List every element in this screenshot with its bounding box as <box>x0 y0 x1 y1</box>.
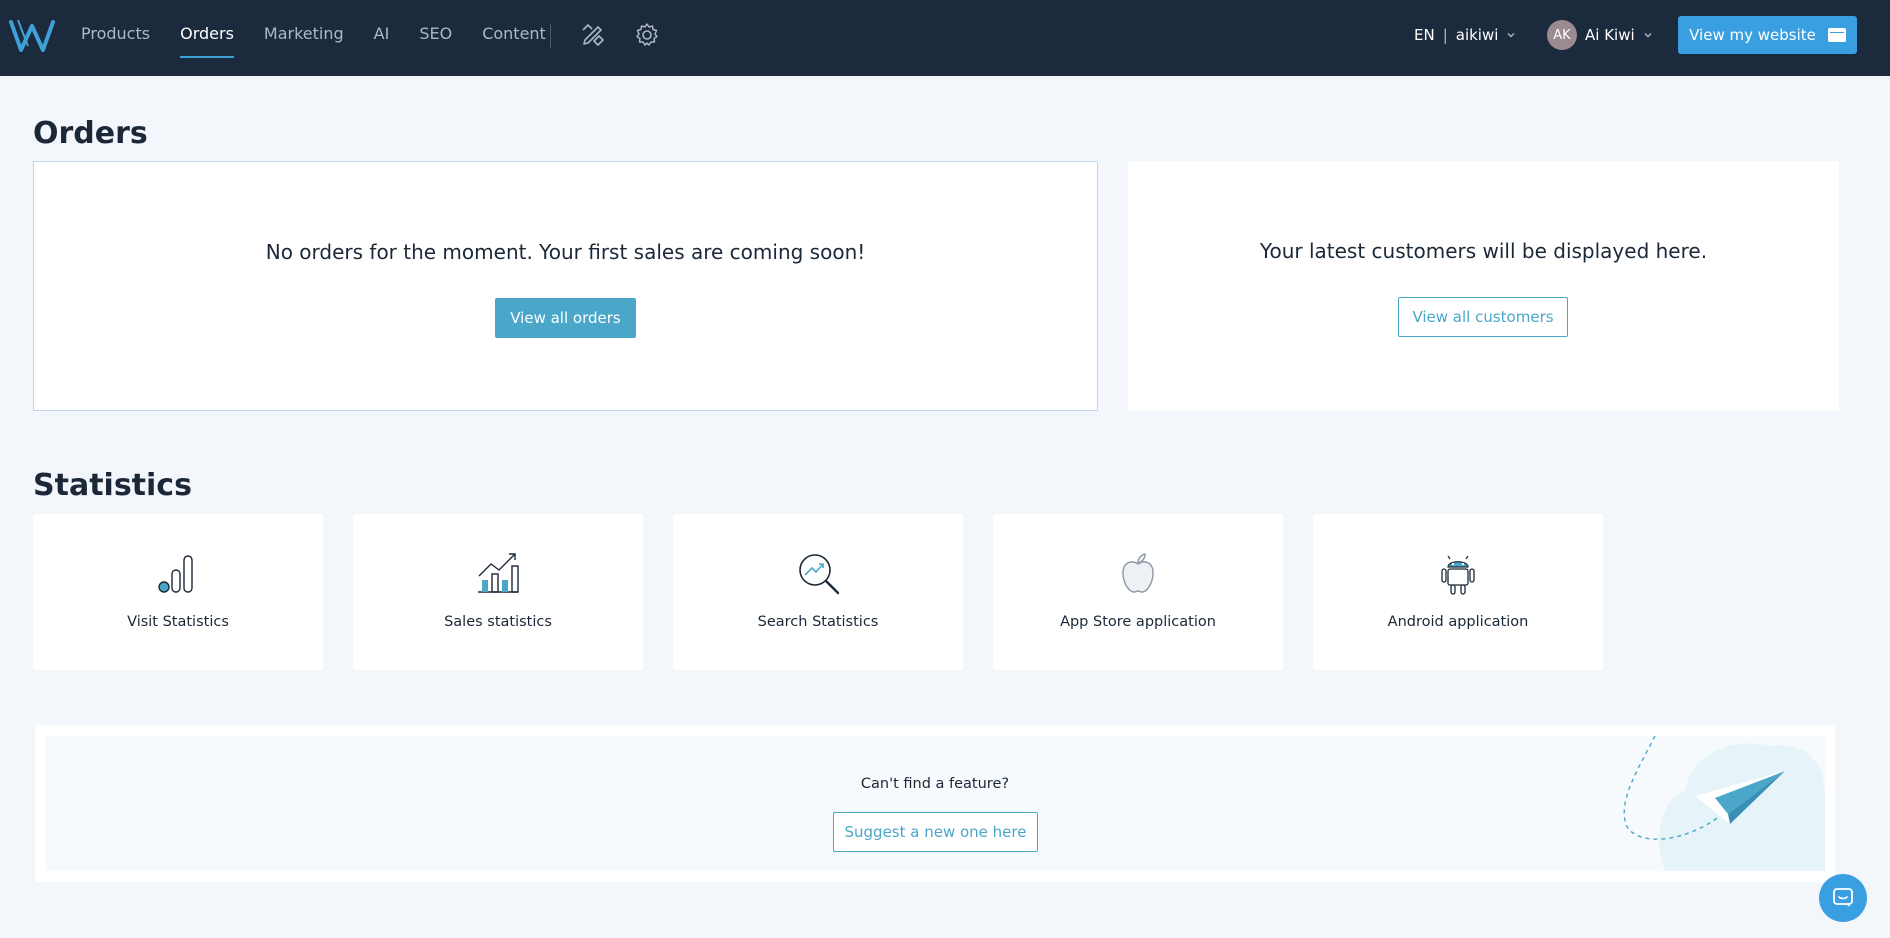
app-store-application-card[interactable]: App Store application <box>993 514 1283 670</box>
android-icon <box>1441 555 1475 595</box>
wizishop-logo-icon[interactable] <box>8 16 56 54</box>
search-statistics-card[interactable]: Search Statistics <box>673 514 963 670</box>
android-application-label: Android application <box>1387 614 1529 630</box>
chat-support-button[interactable] <box>1819 874 1867 922</box>
orders-card: No orders for the moment. Your first sal… <box>33 161 1098 411</box>
paper-plane-illustration-icon <box>1623 736 1825 871</box>
top-navigation-bar: Products Orders Marketing AI SEO Content… <box>0 0 1890 76</box>
language-code: EN <box>1414 26 1435 44</box>
sales-statistics-label: Sales statistics <box>444 614 552 630</box>
sales-statistics-card[interactable]: Sales statistics <box>353 514 643 670</box>
view-all-customers-button[interactable]: View all customers <box>1398 297 1568 337</box>
suggest-feature-panel: Can't find a feature? Suggest a new one … <box>35 725 1835 882</box>
nav-content[interactable]: Content <box>482 0 546 76</box>
language-site-selector[interactable]: EN | aikiwi <box>1414 26 1516 44</box>
chevron-down-icon <box>1507 33 1515 38</box>
suggest-feature-question: Can't find a feature? <box>860 776 1010 792</box>
user-menu[interactable]: AK Ai Kiwi <box>1547 20 1653 50</box>
apple-icon <box>1122 553 1154 593</box>
nav-seo[interactable]: SEO <box>419 0 452 76</box>
orders-title: Orders <box>33 116 148 151</box>
orders-empty-message: No orders for the moment. Your first sal… <box>265 240 866 264</box>
avatar: AK <box>1547 20 1577 50</box>
customers-card: Your latest customers will be displayed … <box>1128 161 1839 411</box>
suggest-feature-inner: Can't find a feature? Suggest a new one … <box>45 736 1825 871</box>
nav-products[interactable]: Products <box>81 0 150 76</box>
nav-orders[interactable]: Orders <box>180 0 234 76</box>
settings-gear-icon[interactable] <box>634 22 660 48</box>
user-name: Ai Kiwi <box>1585 26 1635 44</box>
search-statistics-icon <box>799 554 840 595</box>
nav-ai[interactable]: AI <box>374 0 390 76</box>
search-statistics-label: Search Statistics <box>757 614 879 630</box>
chat-bubble-icon <box>1833 888 1853 907</box>
customers-empty-message: Your latest customers will be displayed … <box>1259 239 1708 263</box>
main-nav: Products Orders Marketing AI SEO Content <box>81 0 576 76</box>
view-my-website-label: View my website <box>1689 26 1816 44</box>
app-store-application-label: App Store application <box>1060 614 1216 630</box>
sales-statistics-icon <box>478 553 519 593</box>
browser-window-icon <box>1827 28 1846 42</box>
visit-statistics-label: Visit Statistics <box>127 614 229 630</box>
site-name: aikiwi <box>1455 26 1499 44</box>
suggest-feature-button[interactable]: Suggest a new one here <box>833 812 1038 852</box>
nav-divider <box>550 24 551 48</box>
android-application-card[interactable]: Android application <box>1313 514 1603 670</box>
view-all-orders-button[interactable]: View all orders <box>495 298 636 338</box>
visit-statistics-icon <box>158 555 193 593</box>
nav-marketing[interactable]: Marketing <box>264 0 344 76</box>
view-my-website-button[interactable]: View my website <box>1678 16 1857 54</box>
visit-statistics-card[interactable]: Visit Statistics <box>33 514 323 670</box>
design-tools-icon[interactable] <box>580 22 606 48</box>
chevron-down-icon <box>1644 33 1652 38</box>
statistics-title: Statistics <box>33 468 192 503</box>
selector-divider: | <box>1442 26 1448 44</box>
